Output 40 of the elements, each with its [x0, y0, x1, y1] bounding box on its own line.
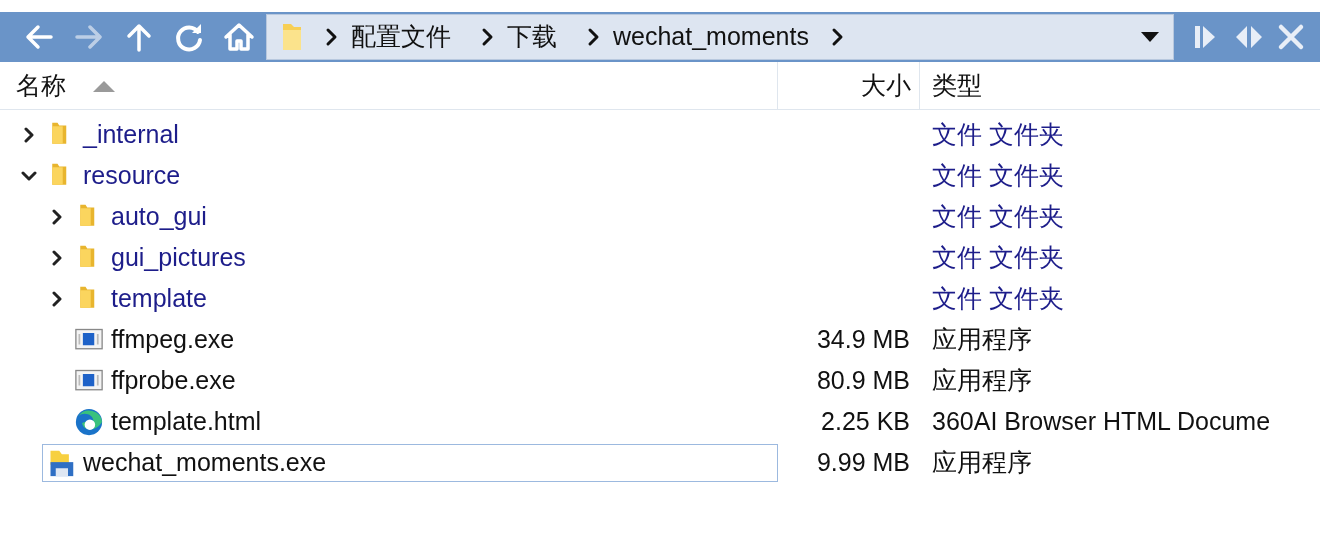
file-name[interactable]: wechat_moments.exe — [83, 443, 327, 482]
file-size: 80.9 MB — [816, 365, 910, 394]
folder-name[interactable]: template — [111, 279, 207, 318]
folder-name[interactable]: _internal — [83, 115, 179, 154]
file-size: 34.9 MB — [816, 324, 910, 353]
file-type: 文件 文件夹 — [932, 283, 1064, 312]
chevron-icon — [587, 27, 601, 47]
breadcrumb[interactable]: wechat_moments — [605, 18, 817, 56]
browser-icon — [75, 407, 103, 436]
folder-name[interactable]: resource — [83, 156, 181, 195]
close-icon[interactable] — [1276, 22, 1306, 52]
dropdown-caret-icon[interactable] — [1141, 32, 1159, 42]
file-type: 文件 文件夹 — [932, 242, 1064, 271]
home-icon[interactable] — [223, 21, 255, 53]
file-type: 应用程序 — [932, 447, 1032, 476]
file-type: 应用程序 — [932, 324, 1032, 353]
selected-file-row[interactable]: wechat_moments.exe — [42, 443, 778, 482]
file-name[interactable]: ffprobe.exe — [111, 361, 236, 400]
column-heading[interactable]: 名称 — [16, 67, 66, 105]
column-heading[interactable]: 类型 — [932, 67, 982, 105]
folder-name[interactable]: auto_gui — [111, 197, 207, 236]
file-type: 360AI Browser HTML Docume — [932, 406, 1271, 435]
file-size: 9.99 MB — [816, 447, 910, 476]
chevron-icon — [325, 27, 339, 47]
file-type: 应用程序 — [932, 365, 1032, 394]
column-heading[interactable]: 大小 — [861, 67, 911, 105]
file-type: 文件 文件夹 — [932, 201, 1064, 230]
folder-icon — [281, 22, 303, 52]
file-size: 2.25 KB — [821, 406, 910, 435]
chevron-icon — [830, 27, 845, 47]
breadcrumb[interactable]: 配置文件 — [343, 18, 459, 56]
address-bar[interactable]: 配置文件 下载 wechat_moments — [266, 14, 1174, 60]
file-type: 文件 文件夹 — [932, 119, 1064, 148]
folder-name[interactable]: gui_pictures — [111, 238, 246, 277]
sort-ascending-icon[interactable] — [92, 79, 116, 93]
file-name[interactable]: template.html — [111, 402, 262, 441]
file-type: 文件 文件夹 — [932, 160, 1064, 189]
chevron-icon — [481, 27, 495, 47]
file-name[interactable]: ffmpeg.exe — [111, 320, 235, 359]
breadcrumb[interactable]: 下载 — [499, 18, 565, 56]
